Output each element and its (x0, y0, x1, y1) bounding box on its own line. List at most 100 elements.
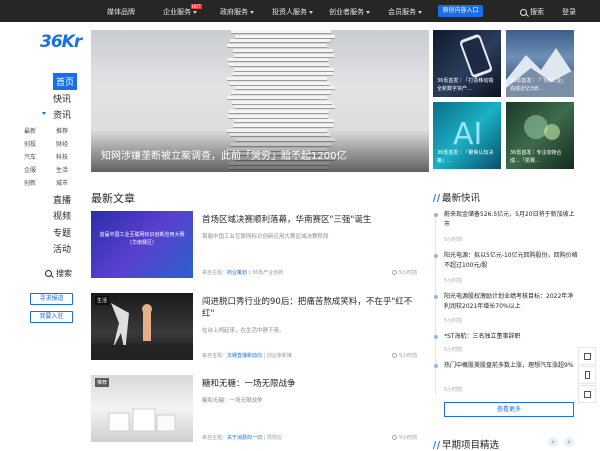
topnav-item-enterprise-label: 企业服务 (163, 8, 191, 16)
caret-down-icon (42, 112, 46, 115)
flash-item-2[interactable]: 阳光电源：拟以5亿元-10亿元回购股份，回购价格不超过100元/股 (444, 251, 578, 271)
flash-item-4-time: 5小时前 (444, 347, 463, 353)
nav-video[interactable]: 视频 (53, 209, 71, 222)
flash-item-1[interactable]: 蔚来现金储备526.5亿元，5月20日将于新加坡上市 (444, 210, 578, 230)
nav-live[interactable]: 直播 (53, 193, 71, 206)
article-1-source[interactable]: 商业策划 (227, 270, 247, 276)
highlight-button[interactable]: 原创内容入口 (438, 5, 483, 17)
sub-nav-latest[interactable]: 最新 (24, 126, 36, 135)
next-arrow-button[interactable]: › (564, 437, 574, 447)
topnav-item-founder-label: 创业者服务 (329, 8, 364, 16)
article-3-time: 5小时前 (392, 434, 417, 441)
search-icon (520, 8, 527, 16)
sidebar-search-button[interactable]: 搜索 (45, 268, 72, 279)
article-2-image[interactable]: 生活 (91, 293, 193, 360)
sub-nav-tech[interactable]: 科技 (56, 152, 68, 161)
article-3-column[interactable]: 周现在 (267, 435, 282, 441)
flash-section-title: 最新快讯 (432, 190, 480, 204)
article-1-title[interactable]: 首场区域决赛顺利落幕，华南赛区"三强"诞生 (202, 214, 417, 226)
seek-report-button[interactable]: 寻求报道 (30, 293, 73, 305)
article-3-image[interactable]: 推荐 (91, 375, 193, 442)
flash-dot (434, 295, 438, 299)
hero-banner[interactable]: 知网涉嫌垄断被立案调查，此前「哭穷」赔不起1200亿 (91, 30, 429, 172)
side-card-1[interactable]: 36氪首发｜「打造移动端全新数字资产… (433, 30, 501, 97)
app-tool-button[interactable] (578, 366, 596, 384)
top-bar: 媒体品牌 企业服务 HOT 政府服务 投资人服务 创业者服务 会员服务 原创内容入… (0, 0, 600, 22)
flash-item-3[interactable]: 阳光电源股权激励计划业绩考核目标：2022年净利润较2021年增长70%以上 (444, 292, 578, 312)
flash-item-4[interactable]: *ST海航：三名独立董事辞职 (444, 332, 578, 342)
flash-item-5[interactable]: 热门中概股美股盘前多数上涨，理想汽车涨超9% (444, 361, 578, 371)
nav-flash[interactable]: 快讯 (53, 92, 71, 105)
topnav-item-media[interactable]: 媒体品牌 (107, 7, 135, 17)
article-1-source-prefix: 来自主题： (202, 270, 228, 276)
sub-nav-enterprise[interactable]: 企服 (24, 165, 36, 174)
topnav-item-enterprise[interactable]: 企业服务 HOT (163, 4, 202, 17)
paper-sheet (228, 58, 329, 63)
side-card-1-caption: 36氪首发｜「打造移动端全新数字资产… (437, 78, 494, 92)
sub-nav-finance[interactable]: 财经 (56, 139, 68, 148)
feedback-tool-button[interactable] (578, 385, 596, 403)
clock-icon (392, 353, 397, 358)
nav-topics[interactable]: 专题 (53, 226, 71, 239)
view-more-button[interactable]: 查看更多 (444, 402, 574, 417)
clock-icon (392, 270, 397, 275)
flash-item-2-time: 5小时前 (444, 278, 463, 284)
topnav-item-government[interactable]: 政府服务 (220, 7, 254, 17)
chevron-down-icon (309, 10, 313, 14)
paper-sheet (232, 48, 333, 53)
sub-nav-city[interactable]: 城市 (56, 178, 68, 187)
article-1-image[interactable]: 首届中国工业互联网标识创新应用大赛 (华南赛区) (91, 211, 193, 278)
hot-badge: HOT (191, 4, 202, 9)
logo[interactable]: 36Kr (40, 32, 82, 52)
article-1-column[interactable]: 36氪产业创新 (252, 270, 283, 276)
side-card-3-caption: 36氪首发｜「聚焦认知决策」… (437, 150, 494, 164)
article-3-meta: 来自主题：关于消费的一切 | 周现在 (202, 435, 282, 441)
section-mark-icon (432, 441, 441, 449)
topnav-item-investor[interactable]: 投资人服务 (272, 7, 313, 17)
clock-icon (392, 435, 397, 440)
chat-tool-button[interactable] (578, 347, 596, 365)
nav-news[interactable]: 资讯 (53, 108, 71, 121)
paper-sheet (230, 81, 331, 86)
nav-home[interactable]: 首页 (53, 73, 78, 90)
article-1-time: 5小时前 (392, 269, 417, 276)
side-card-2[interactable]: 36氪首发｜「飞育工业」完成近亿元B… (506, 30, 574, 97)
side-card-3[interactable]: AI 36氪首发｜「聚焦认知决策」… (433, 102, 501, 169)
nav-events[interactable]: 活动 (53, 242, 71, 255)
article-2-source[interactable]: 文娱直播新动向 (227, 353, 262, 359)
article-3-source-prefix: 来自主题： (202, 435, 228, 441)
article-2-title[interactable]: 闯进脱口秀行业的90后：把痛苦熬成笑料，不在乎"红不红" (202, 296, 417, 320)
join-button[interactable]: 我要入驻 (30, 311, 73, 323)
sub-nav-life[interactable]: 生活 (56, 165, 68, 174)
prev-arrow-button[interactable]: ‹ (548, 437, 558, 447)
side-card-4[interactable]: 36氪首发｜专注动物合成…「凯赛… (506, 102, 574, 169)
article-2-meta: 来自主题：文娱直播新动向 | 创业家新媒 (202, 353, 292, 359)
paper-sheet (231, 30, 331, 34)
paper-sheet (234, 119, 335, 124)
feedback-icon (584, 391, 591, 398)
topnav-item-member[interactable]: 会员服务 (388, 7, 422, 17)
sub-nav-auto[interactable]: 汽车 (24, 152, 36, 161)
article-1-desc: 首届中国工业互联网标识创新应用大赛区域决赛阶段 (202, 234, 329, 240)
paper-sheet (234, 53, 335, 58)
flash-dot (434, 213, 438, 217)
article-3-title[interactable]: 糖和无糖：一场无限战争 (202, 378, 417, 390)
article-2-column[interactable]: 创业家新媒 (267, 353, 292, 359)
article-2-time-label: 5小时前 (399, 353, 418, 359)
chevron-down-icon (418, 10, 422, 14)
sidebar-search-label: 搜索 (56, 269, 72, 278)
flash-dot (434, 364, 438, 368)
sub-nav-venture[interactable]: 创投 (24, 139, 36, 148)
topnav-item-founder[interactable]: 创业者服务 (329, 7, 370, 17)
top-search-label: 搜索 (530, 8, 544, 16)
mobile-icon (585, 371, 590, 379)
login-link[interactable]: 登录 (562, 7, 576, 17)
paper-sheet (228, 62, 329, 67)
article-3-time-label: 5小时前 (399, 435, 418, 441)
sub-nav-innovation[interactable]: 创新 (24, 178, 36, 187)
sub-nav-recommend[interactable]: 推荐 (56, 126, 68, 135)
hero-title[interactable]: 知网涉嫌垄断被立案调查，此前「哭穷」赔不起1200亿 (101, 147, 346, 162)
early-title-label: 早期项目精选 (442, 440, 500, 451)
article-3-source[interactable]: 关于消费的一切 (227, 435, 262, 441)
top-search-button[interactable]: 搜索 (520, 7, 544, 17)
